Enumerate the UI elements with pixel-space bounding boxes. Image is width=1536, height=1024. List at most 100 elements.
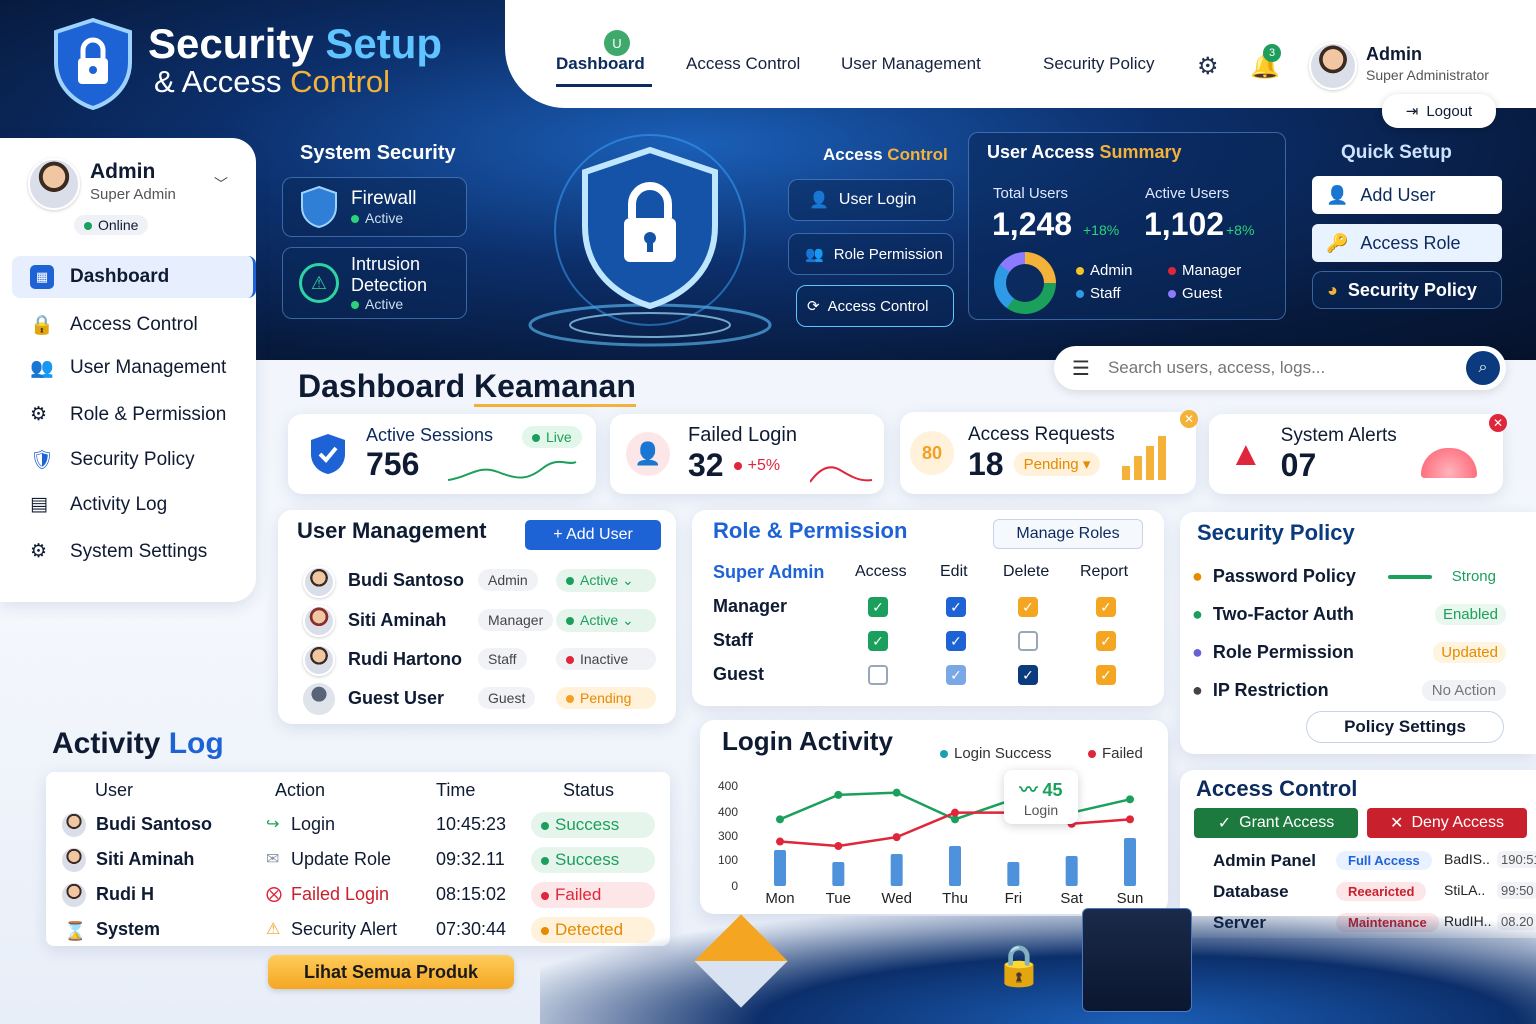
permission-checkbox[interactable] (1018, 631, 1038, 651)
access-user: StiLA.. (1444, 882, 1486, 898)
sidebar-user-name: Admin (90, 160, 156, 183)
requests-label: Access Requests (968, 423, 1115, 445)
status-badge: Success (531, 812, 655, 838)
permission-checkbox[interactable]: ✓ (1018, 665, 1038, 685)
table-header-action: Action (275, 780, 326, 800)
user-name: Rudi Hartono (348, 649, 462, 669)
permission-checkbox[interactable]: ✓ (946, 631, 966, 651)
table-header-time: Time (436, 780, 476, 800)
perm-header-role: Super Admin (713, 562, 825, 582)
policy-row-password[interactable]: ● Password Policy Strong (1192, 566, 1506, 587)
status-badge: Success (531, 847, 655, 873)
central-shield-lock-icon (520, 130, 780, 355)
tab-security-policy[interactable]: Security Policy (1043, 54, 1154, 74)
intrusion-label-2: Detection (351, 275, 428, 295)
permission-checkbox[interactable]: ✓ (868, 597, 888, 617)
deny-access-button[interactable]: ✕ Deny Access (1367, 808, 1527, 838)
search-input[interactable] (1107, 358, 1448, 378)
system-alerts-card[interactable]: ▲ System Alerts 07 ✕ (1209, 414, 1507, 494)
policy-row-two-factor[interactable]: ● Two-Factor Auth Enabled (1192, 604, 1506, 625)
grant-icon: ✓ (1217, 815, 1232, 832)
sidebar-item-role-permission[interactable]: ⚙ Role & Permission (30, 403, 226, 426)
access-requests-card[interactable]: 80 Access Requests 18 Pending ▾ ✕ (900, 410, 1198, 494)
x-tick-label: Wed (881, 890, 912, 907)
request-icon: 80 (910, 431, 954, 475)
intrusion-card[interactable]: ⚠ Intrusion Detection Active (282, 247, 467, 319)
search-icon[interactable]: ⌕ (1465, 351, 1500, 385)
view-all-button[interactable]: Lihat Semua Produk (268, 955, 514, 989)
pending-badge[interactable]: Pending ▾ (1013, 452, 1101, 476)
gear-icon[interactable]: ⚙ (1197, 52, 1219, 81)
quick-add-user-button[interactable]: 👤 Add User (1312, 176, 1502, 214)
sidebar-user-role: Super Admin (90, 186, 176, 203)
tab-dashboard[interactable]: Dashboard (556, 54, 645, 74)
y-tick-label: 400 (718, 805, 738, 819)
user-login-button[interactable]: 👤 User Login (788, 179, 954, 221)
permission-checkbox[interactable]: ✓ (868, 631, 888, 651)
sidebar-item-user-management[interactable]: 👥 User Management (30, 356, 226, 380)
permission-checkbox[interactable]: ✓ (1096, 597, 1116, 617)
failed-login-card[interactable]: 👤 Failed Login 32 +5% (610, 414, 884, 494)
chevron-down-icon[interactable]: ﹀ (214, 174, 228, 194)
chart-bar (1007, 862, 1020, 886)
permission-checkbox[interactable]: ✓ (946, 597, 966, 617)
status-dropdown[interactable]: Active ⌄ (556, 609, 656, 632)
sidebar-avatar[interactable] (28, 158, 80, 210)
total-users-label: Total Users (993, 185, 1069, 202)
page-title: Dashboard Keamanan (298, 368, 636, 407)
firewall-label: Firewall (351, 188, 417, 209)
log-action: Failed Login (291, 884, 390, 904)
x-tick-label: Tue (826, 890, 851, 907)
access-control-hero-button[interactable]: ⟳ Access Control (796, 285, 954, 327)
sidebar-item-activity-log[interactable]: ▤ Activity Log (30, 493, 167, 516)
data-point (951, 808, 959, 817)
quick-security-policy-button[interactable]: ◕ Security Policy (1312, 271, 1502, 309)
sidebar-item-system-settings[interactable]: ⚙ System Settings (30, 540, 207, 563)
permission-checkbox[interactable]: ✓ (1096, 665, 1116, 685)
logout-button[interactable]: ⇥ Logout (1382, 94, 1496, 128)
user-management-title: User Management (297, 518, 487, 543)
sidebar-item-dashboard[interactable]: ▦ Dashboard (12, 256, 256, 298)
status-dropdown[interactable]: Inactive (556, 648, 656, 670)
grant-access-button[interactable]: ✓ Grant Access (1194, 808, 1358, 838)
permission-checkbox[interactable] (868, 665, 888, 685)
status-dropdown[interactable]: Pending (556, 687, 656, 709)
alert-dome-icon (1421, 448, 1477, 478)
y-tick-label: 400 (718, 779, 738, 793)
tab-user-management[interactable]: User Management (841, 54, 981, 74)
avatar (303, 566, 335, 598)
menu-icon[interactable]: ☰ (1072, 356, 1090, 381)
permission-checkbox[interactable]: ✓ (1096, 631, 1116, 651)
close-icon[interactable]: ✕ (1489, 414, 1507, 432)
quick-access-role-button[interactable]: 🔑 Access Role (1312, 224, 1502, 262)
tab-access-control[interactable]: Access Control (686, 54, 800, 74)
sidebar-item-access-control[interactable]: 🔒 Access Control (30, 313, 198, 337)
manage-roles-button[interactable]: Manage Roles (993, 519, 1143, 549)
summary-title: User Access Summary (987, 142, 1182, 162)
users-icon: 👥 (805, 246, 824, 263)
add-user-button[interactable]: + Add User (525, 520, 661, 550)
user-name: Budi Santoso (348, 570, 464, 590)
policy-status: Strong (1451, 568, 1496, 585)
role-permission-button[interactable]: 👥 Role Permission (788, 233, 954, 275)
user-alert-icon: 👤 (626, 432, 670, 476)
policy-row-role-permission[interactable]: ● Role Permission Updated (1192, 642, 1506, 663)
user-name: Siti Aminah (348, 610, 447, 630)
policy-row-ip-restriction[interactable]: ● IP Restriction No Action (1192, 680, 1506, 701)
firewall-card[interactable]: Firewall Active (282, 177, 467, 237)
data-point (1126, 795, 1134, 804)
permission-checkbox[interactable]: ✓ (1018, 597, 1038, 617)
status-dropdown[interactable]: Active ⌄ (556, 569, 656, 592)
permission-checkbox[interactable]: ✓ (946, 665, 966, 685)
close-icon[interactable]: ✕ (1180, 410, 1198, 428)
top-avatar[interactable] (1309, 42, 1357, 90)
policy-settings-button[interactable]: Policy Settings (1306, 711, 1504, 743)
action-icon: ↪ (266, 816, 280, 833)
active-sessions-card[interactable]: Active Sessions 756 Live (288, 414, 596, 494)
legend-admin: Admin (1076, 262, 1133, 279)
data-point (892, 833, 901, 842)
sidebar-item-security-policy[interactable]: 🛡 Security Policy (30, 448, 195, 472)
policy-status: No Action (1421, 680, 1506, 701)
search-bar[interactable]: ☰ ⌕ (1054, 346, 1506, 390)
table-header-user: User (95, 780, 134, 800)
